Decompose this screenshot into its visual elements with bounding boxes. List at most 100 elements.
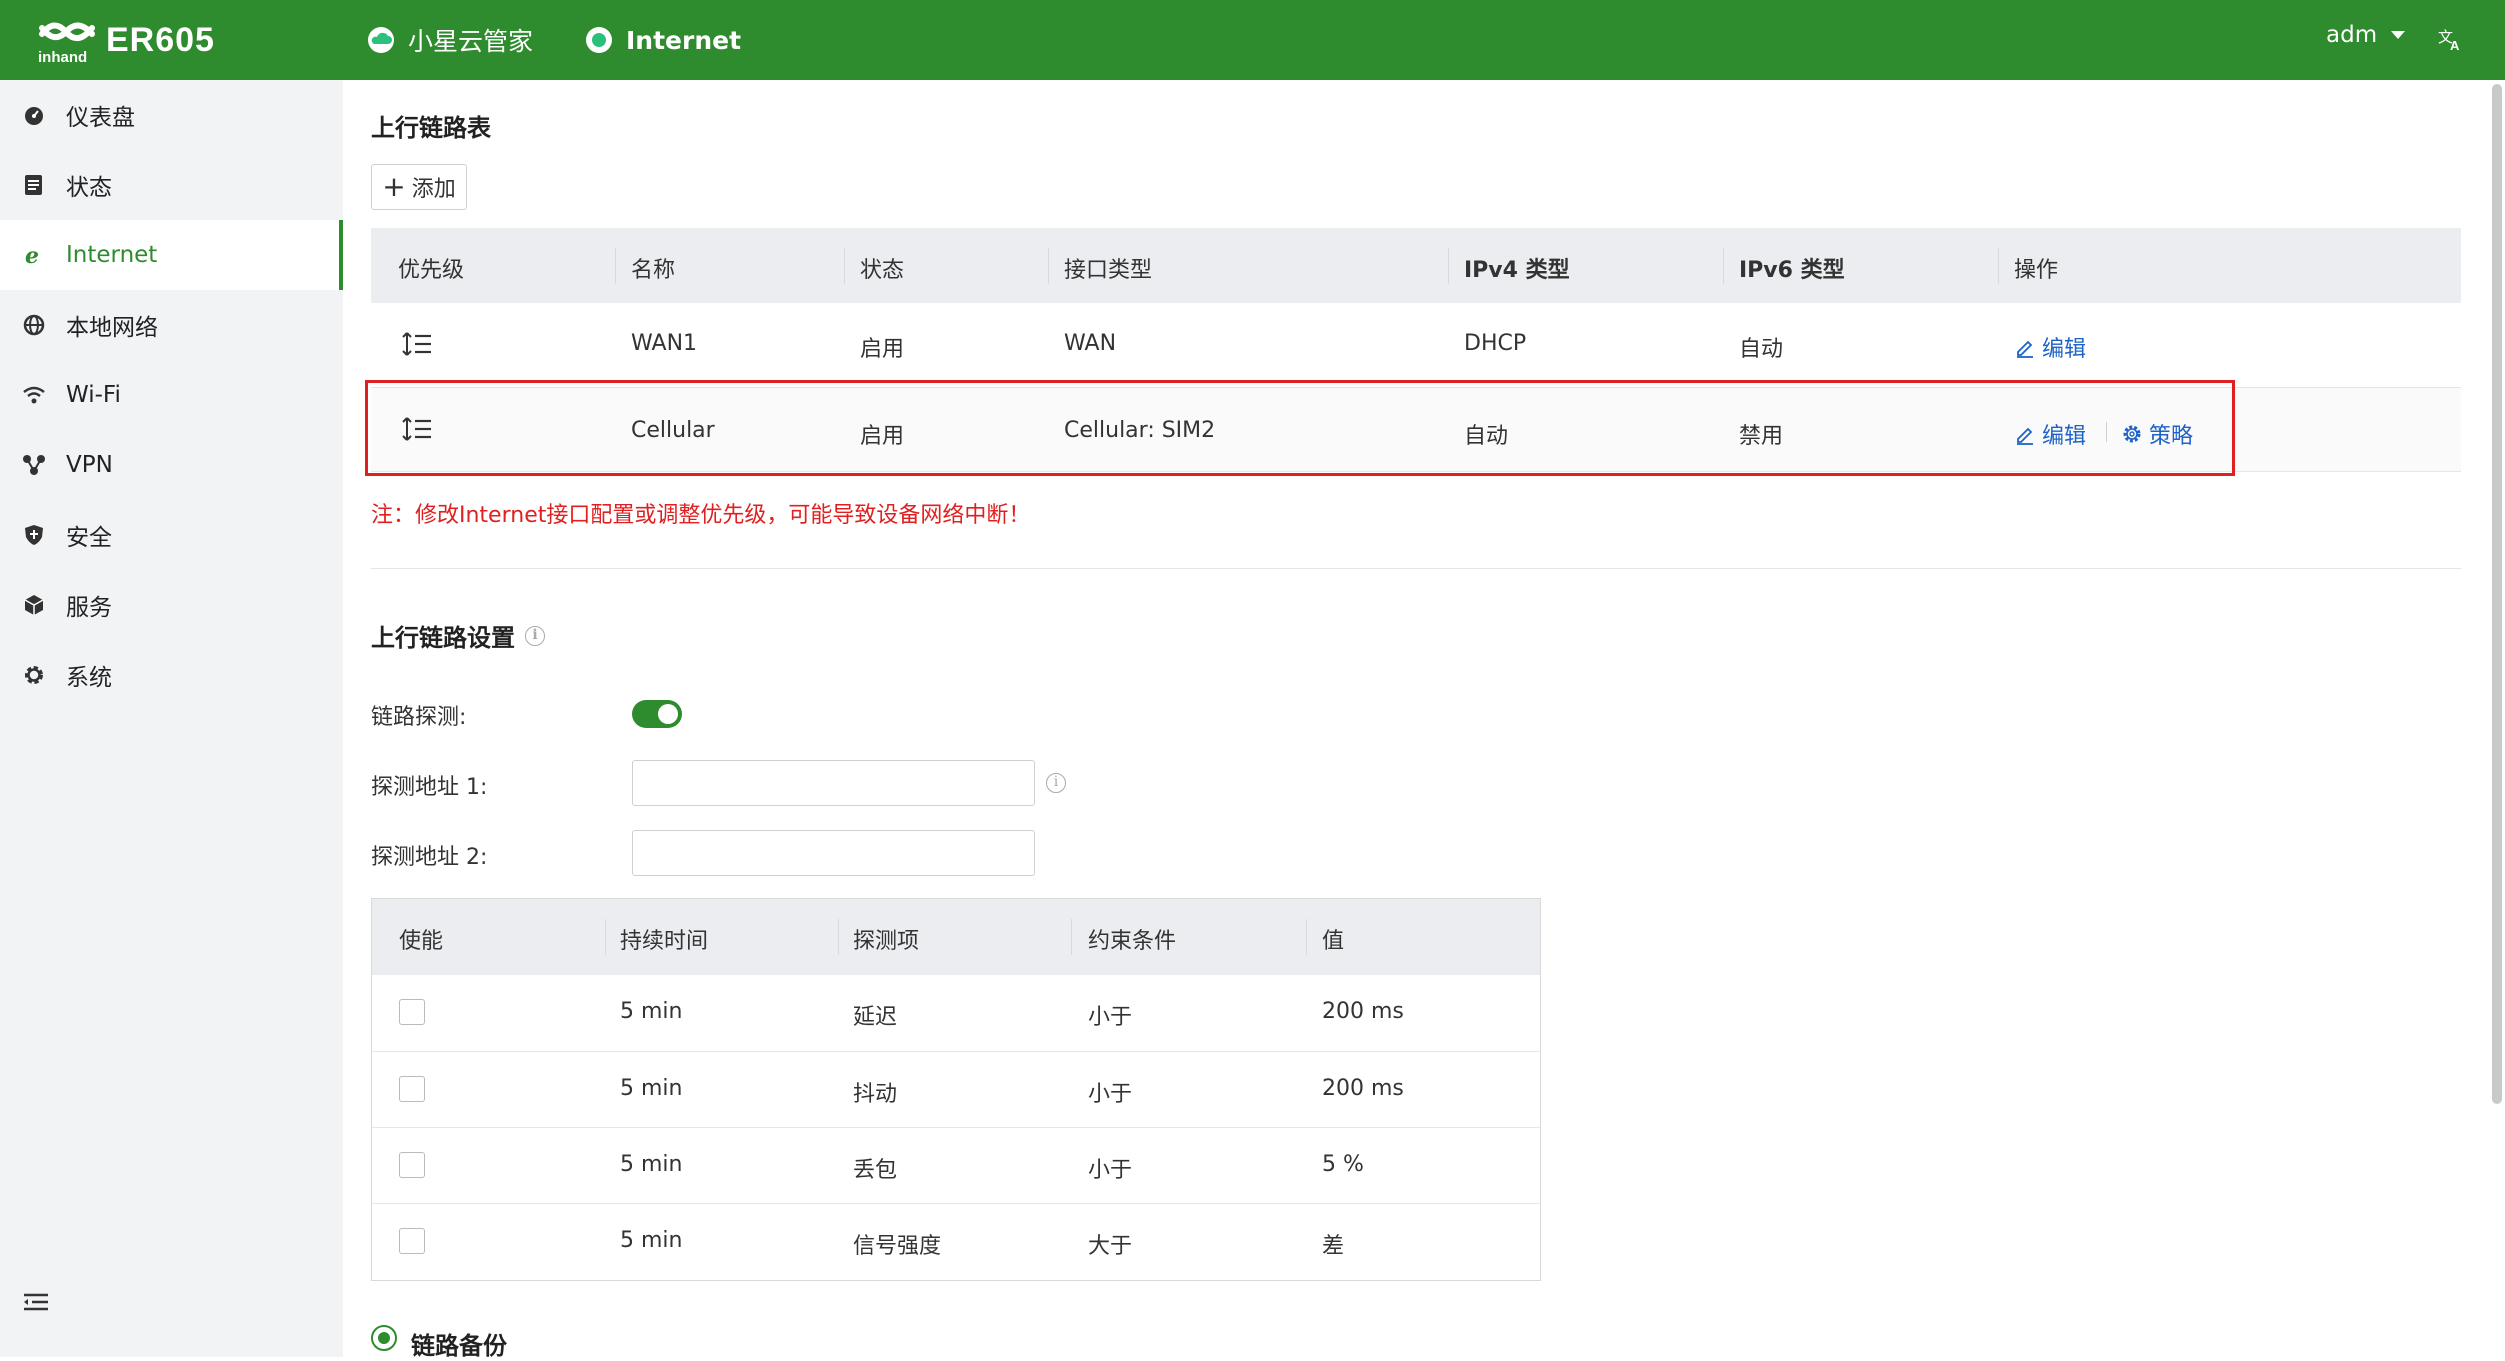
cube-icon — [22, 593, 46, 617]
row-ipv6: 自动 — [1739, 337, 1784, 362]
uplink-settings-title-text: 上行链路设置 — [371, 624, 515, 652]
row-iface: WAN — [1064, 331, 1117, 356]
link-detect-label: 链路探测: — [371, 705, 467, 730]
probe-address-1-input[interactable] — [632, 760, 1035, 806]
table-row: 5 min 信号强度 大于 差 — [372, 1204, 1540, 1280]
cloud-manager-link[interactable]: 小星云管家 — [366, 18, 533, 62]
row-condition: 小于 — [1088, 1005, 1133, 1030]
row-item: 抖动 — [853, 1082, 898, 1107]
add-button-label: 添加 — [411, 177, 456, 202]
inhand-logo-icon: inhand — [38, 22, 95, 66]
sidebar-item-label: 状态 — [66, 175, 112, 201]
column-header: IPv6 类型 — [1739, 258, 1845, 283]
row-duration: 5 min — [620, 1076, 683, 1101]
dashboard-icon — [22, 103, 46, 127]
info-icon[interactable]: i — [525, 625, 545, 646]
globe-icon — [22, 313, 46, 337]
add-button[interactable]: + 添加 — [371, 164, 467, 210]
probe-table: 使能 持续时间 探测项 约束条件 值 5 min 延迟 小于 200 ms 5 … — [371, 898, 1541, 1281]
row-item: 延迟 — [853, 1005, 898, 1030]
shield-icon — [22, 523, 46, 547]
sidebar-item-system[interactable]: 系统 — [0, 640, 343, 710]
table-header: 优先级 名称 状态 接口类型 IPv4 类型 IPv6 类型 操作 — [371, 228, 2461, 303]
sidebar-item-local-network[interactable]: 本地网络 — [0, 290, 343, 360]
highlight-box — [365, 380, 2235, 476]
row-duration: 5 min — [620, 1228, 683, 1253]
link-backup-radio[interactable] — [371, 1325, 397, 1351]
column-header: 使能 — [399, 929, 444, 954]
row-duration: 5 min — [620, 999, 683, 1024]
column-header: 状态 — [860, 258, 905, 283]
internet-icon: e — [22, 243, 46, 267]
column-header: 操作 — [2014, 258, 2059, 283]
enable-checkbox[interactable] — [399, 1228, 425, 1254]
row-condition: 小于 — [1088, 1158, 1133, 1183]
vpn-icon — [22, 453, 46, 477]
sidebar: 仪表盘 状态 e Internet 本地网络 Wi-Fi VPN 安全 服务 系… — [0, 80, 343, 1357]
sidebar-item-security[interactable]: 安全 — [0, 500, 343, 570]
sidebar-item-label: 仪表盘 — [66, 105, 135, 131]
user-menu[interactable]: adm — [2326, 22, 2406, 48]
addr2-label: 探测地址 2: — [371, 845, 488, 870]
probe-address-2-input[interactable] — [632, 830, 1035, 876]
svg-text:e: e — [25, 244, 39, 266]
sidebar-item-vpn[interactable]: VPN — [0, 430, 343, 500]
row-duration: 5 min — [620, 1152, 683, 1177]
cloud-icon — [368, 27, 394, 53]
column-header: 名称 — [631, 258, 676, 283]
row-status: 启用 — [860, 337, 905, 362]
link-detect-toggle[interactable] — [632, 700, 682, 728]
top-header: inhand ER605 小星云管家 Internet adm 文 A — [0, 0, 2505, 80]
enable-checkbox[interactable] — [399, 999, 425, 1025]
link-backup-label: 链路备份 — [411, 1332, 507, 1360]
drag-sort-icon[interactable] — [402, 331, 432, 357]
wifi-icon — [22, 383, 46, 407]
column-header: 优先级 — [398, 258, 465, 283]
sidebar-item-status[interactable]: 状态 — [0, 150, 343, 220]
product-name: ER605 — [106, 20, 215, 59]
edit-link[interactable]: 编辑 — [2014, 331, 2086, 363]
edit-icon — [2017, 340, 2033, 358]
gear-icon — [22, 663, 46, 687]
table-row: WAN1 启用 WAN DHCP 自动 编辑 — [371, 303, 2461, 387]
row-name: WAN1 — [631, 331, 698, 356]
plus-icon: + — [382, 170, 406, 203]
table-row: 5 min 丢包 小于 5 % — [372, 1128, 1540, 1203]
sidebar-item-label: 本地网络 — [66, 315, 158, 341]
uplink-settings-title: 上行链路设置 i — [371, 618, 545, 653]
row-value: 差 — [1322, 1234, 1345, 1259]
user-name: adm — [2326, 22, 2378, 48]
sidebar-item-internet[interactable]: e Internet — [0, 220, 343, 290]
column-header: 探测项 — [853, 929, 920, 954]
chevron-down-icon — [2391, 31, 2406, 39]
row-item: 丢包 — [853, 1158, 898, 1183]
scrollbar[interactable] — [2492, 84, 2502, 1104]
enable-checkbox[interactable] — [399, 1152, 425, 1178]
column-header: 值 — [1322, 929, 1345, 954]
uplink-table-title: 上行链路表 — [371, 114, 491, 142]
row-condition: 大于 — [1088, 1234, 1133, 1259]
table-header: 使能 持续时间 探测项 约束条件 值 — [372, 899, 1540, 975]
enable-checkbox[interactable] — [399, 1076, 425, 1102]
svg-text:A: A — [2450, 38, 2460, 52]
row-condition: 小于 — [1088, 1082, 1133, 1107]
internet-status-icon — [586, 27, 612, 53]
column-header: 约束条件 — [1088, 929, 1177, 954]
sidebar-item-services[interactable]: 服务 — [0, 570, 343, 640]
translate-icon[interactable]: 文 A — [2438, 26, 2464, 58]
info-icon[interactable]: i — [1046, 773, 1066, 793]
row-value: 5 % — [1322, 1152, 1364, 1177]
table-row: 5 min 抖动 小于 200 ms — [372, 1052, 1540, 1127]
column-header: IPv4 类型 — [1464, 258, 1570, 283]
divider — [371, 568, 2461, 569]
sidebar-item-label: VPN — [66, 452, 113, 478]
row-item: 信号强度 — [853, 1234, 942, 1259]
svg-text:inhand: inhand — [38, 49, 87, 66]
internet-label: Internet — [626, 25, 742, 55]
internet-status[interactable]: Internet — [586, 18, 741, 62]
sidebar-item-wifi[interactable]: Wi-Fi — [0, 360, 343, 430]
sidebar-item-dashboard[interactable]: 仪表盘 — [0, 80, 343, 150]
row-value: 200 ms — [1322, 999, 1404, 1024]
edit-label: 编辑 — [2042, 337, 2087, 362]
collapse-menu-icon[interactable] — [22, 1290, 50, 1318]
